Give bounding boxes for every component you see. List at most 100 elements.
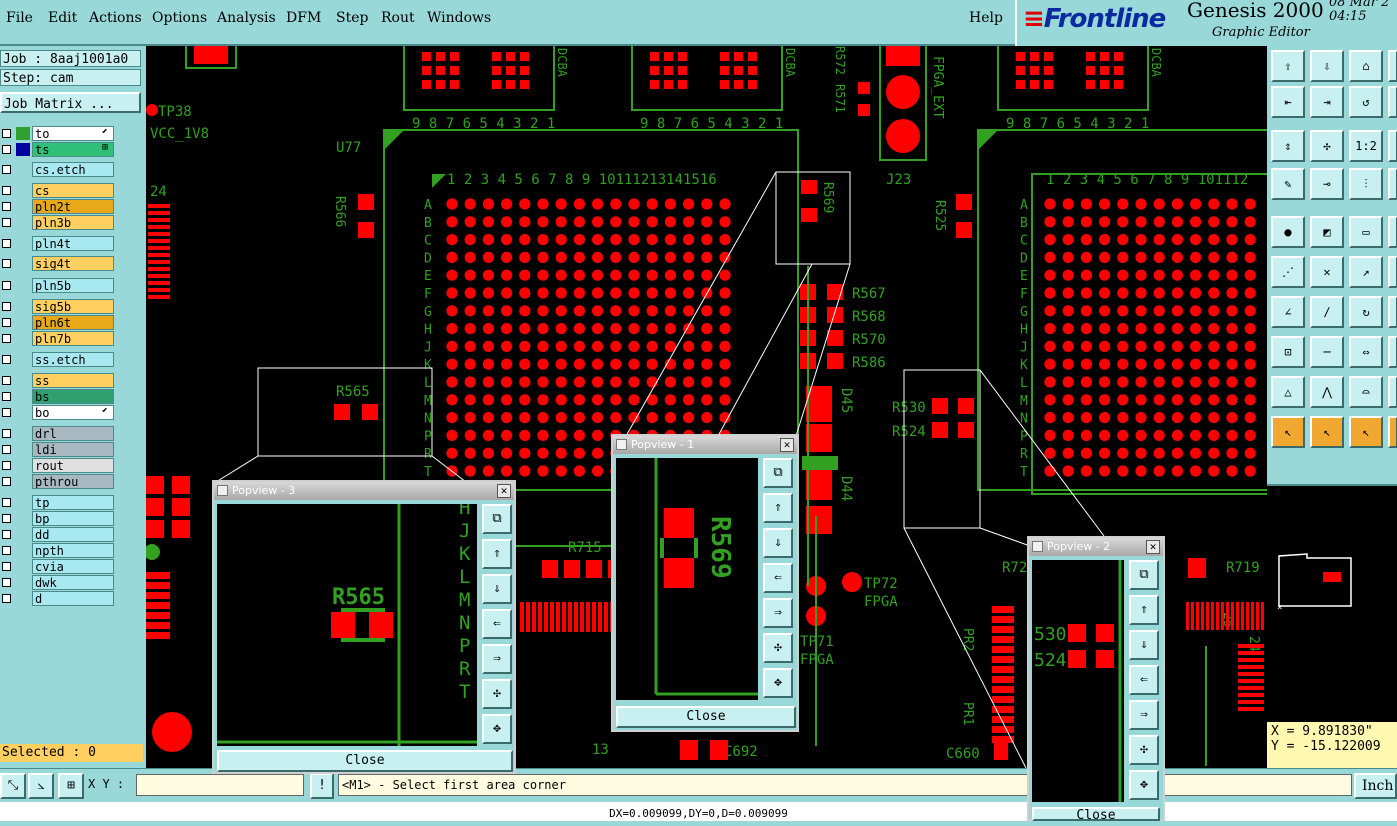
- layer-checkbox[interactable]: [2, 498, 11, 507]
- layer-checkbox[interactable]: [2, 165, 11, 174]
- layer-row-d[interactable]: d: [2, 591, 114, 606]
- triangle-icon[interactable]: △: [1271, 376, 1305, 408]
- grid-icon[interactable]: ⊞: [58, 773, 84, 799]
- panel-icon[interactable]: [1388, 376, 1397, 408]
- fit-icon[interactable]: ⧉: [763, 458, 793, 488]
- pan-down-icon[interactable]: ⇓: [482, 574, 512, 604]
- pan-up-icon[interactable]: ⇑: [763, 493, 793, 523]
- surface-icon[interactable]: ◩: [1310, 216, 1344, 248]
- layer-checkbox[interactable]: [2, 302, 11, 311]
- line-icon[interactable]: ∠: [1271, 296, 1305, 328]
- panel-icon[interactable]: [1388, 50, 1397, 82]
- layer-checkbox[interactable]: [2, 594, 11, 603]
- pan-up-icon[interactable]: ⇑: [1129, 595, 1159, 625]
- zoom-in-icon[interactable]: ✣: [482, 679, 512, 709]
- layer-checkbox[interactable]: [2, 477, 11, 486]
- pan-right-icon[interactable]: ⇒: [763, 598, 793, 628]
- diagonal-icon[interactable]: ∕: [1310, 296, 1344, 328]
- job-matrix-button[interactable]: Job Matrix ...: [0, 92, 141, 113]
- layer-row-npth[interactable]: npth: [2, 543, 114, 558]
- popview-3-titlebar[interactable]: Popview - 3: [214, 482, 514, 500]
- layer-checkbox[interactable]: [2, 202, 11, 211]
- popview-1-titlebar[interactable]: Popview - 1: [613, 436, 797, 454]
- popview-3-view[interactable]: R565 H J K L M N P R T: [217, 504, 477, 746]
- layer-row-ss[interactable]: ss: [2, 373, 114, 388]
- layer-row-pln7b[interactable]: pln7b: [2, 331, 114, 346]
- layer-row-ss-etch[interactable]: ss.etch: [2, 352, 114, 367]
- layer-row-sig5b[interactable]: sig5b: [2, 299, 114, 314]
- menu-file[interactable]: File: [6, 10, 33, 26]
- popview-2-view[interactable]: 530 524: [1032, 560, 1124, 802]
- pan-right-icon[interactable]: ⇒: [482, 644, 512, 674]
- select-icon[interactable]: ⊡: [1271, 336, 1305, 368]
- menu-rout[interactable]: Rout: [381, 10, 415, 26]
- layer-row-to[interactable]: to ⬋: [2, 126, 114, 141]
- pan-left-icon[interactable]: ⇐: [482, 609, 512, 639]
- layer-row-tp[interactable]: tp: [2, 495, 114, 510]
- pad-icon[interactable]: ●: [1271, 216, 1305, 248]
- measure-icon[interactable]: ⤡: [0, 773, 26, 799]
- arch-icon[interactable]: ⌓: [1349, 376, 1383, 408]
- pan-left-icon[interactable]: ⇐: [763, 563, 793, 593]
- layer-checkbox[interactable]: [2, 239, 11, 248]
- layer-checkbox[interactable]: [2, 530, 11, 539]
- layer-row-sig4t[interactable]: sig4t: [2, 256, 114, 271]
- layer-row-drl[interactable]: drl: [2, 426, 114, 441]
- panel-icon[interactable]: [1388, 416, 1397, 448]
- zoom-out-icon[interactable]: ✥: [763, 668, 793, 698]
- zoom-fit-icon[interactable]: ⇕: [1271, 130, 1305, 162]
- layer-row-cs-etch[interactable]: cs.etch: [2, 162, 114, 177]
- menu-analysis[interactable]: Analysis: [217, 10, 276, 26]
- layer-row-pln3b[interactable]: pln3b: [2, 215, 114, 230]
- pan-up-icon[interactable]: ⇑: [482, 539, 512, 569]
- pointer-select-icon[interactable]: ↖: [1310, 416, 1344, 448]
- layer-row-bs[interactable]: bs: [2, 389, 114, 404]
- layer-row-pln5b[interactable]: pln5b: [2, 278, 114, 293]
- panel-icon[interactable]: [1388, 86, 1397, 118]
- panel-icon[interactable]: [1388, 336, 1397, 368]
- layer-row-rout[interactable]: rout: [2, 458, 114, 473]
- menu-edit[interactable]: Edit: [48, 10, 77, 26]
- popview-1-close-button[interactable]: Close: [616, 706, 796, 728]
- panel-icon[interactable]: [1388, 296, 1397, 328]
- arrow-icon[interactable]: ↗: [1349, 256, 1383, 288]
- layer-checkbox[interactable]: [2, 408, 11, 417]
- layer-checkbox[interactable]: [2, 218, 11, 227]
- layer-checkbox[interactable]: [2, 429, 11, 438]
- ruler-icon[interactable]: ▭: [1349, 216, 1383, 248]
- layer-row-dwk[interactable]: dwk: [2, 575, 114, 590]
- layer-checkbox[interactable]: [2, 376, 11, 385]
- layer-checkbox[interactable]: [2, 546, 11, 555]
- panel-icon[interactable]: [1388, 168, 1397, 200]
- menu-options[interactable]: Options: [152, 10, 207, 26]
- layer-checkbox[interactable]: [2, 318, 11, 327]
- pointer-move-icon[interactable]: ↖: [1349, 416, 1383, 448]
- overview-map[interactable]: ×: [1267, 484, 1397, 724]
- home-icon[interactable]: ⌂: [1349, 50, 1383, 82]
- panel-icon[interactable]: [1388, 256, 1397, 288]
- pointer-icon[interactable]: ↖: [1271, 416, 1305, 448]
- rotate-icon[interactable]: ↻: [1349, 296, 1383, 328]
- arc-icon[interactable]: ⋀: [1310, 376, 1344, 408]
- layer-row-cvia[interactable]: cvia: [2, 559, 114, 574]
- layer-checkbox[interactable]: [2, 186, 11, 195]
- layer-row-dd[interactable]: dd: [2, 527, 114, 542]
- layer-checkbox[interactable]: [2, 129, 11, 138]
- popview-3-close-button[interactable]: Close: [217, 750, 513, 772]
- layer-row-pthrou[interactable]: pthrou: [2, 474, 114, 489]
- fit-icon[interactable]: ⧉: [482, 504, 512, 534]
- layer-row-ts[interactable]: ts ⊞: [2, 142, 114, 157]
- layer-checkbox[interactable]: [2, 259, 11, 268]
- layer-row-ldi[interactable]: ldi: [2, 442, 114, 457]
- layer-checkbox[interactable]: [2, 562, 11, 571]
- zoom-prev-icon[interactable]: ⇩: [1310, 50, 1344, 82]
- pan-down-icon[interactable]: ⇓: [1129, 630, 1159, 660]
- layer-row-pln4t[interactable]: pln4t: [2, 236, 114, 251]
- layer-checkbox[interactable]: [2, 145, 11, 154]
- close-icon[interactable]: ✕: [1146, 540, 1160, 554]
- menu-help[interactable]: Help: [969, 10, 1003, 26]
- pan-down-icon[interactable]: ⇓: [763, 528, 793, 558]
- layer-row-pln2t[interactable]: pln2t: [2, 199, 114, 214]
- zoom-out-icon[interactable]: ✥: [1129, 770, 1159, 800]
- layer-checkbox[interactable]: [2, 392, 11, 401]
